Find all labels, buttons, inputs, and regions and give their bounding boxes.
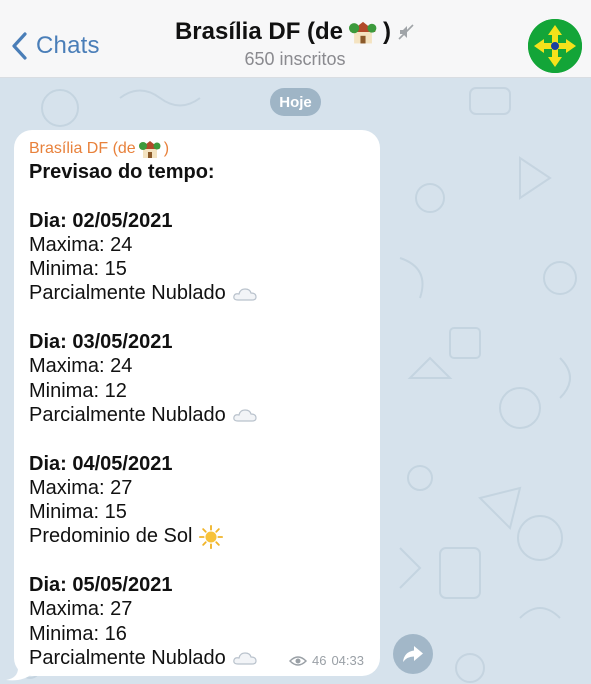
house-emoji-icon <box>349 21 377 44</box>
message-bubble[interactable]: Brasília DF (de ) Previsao do tempo: Dia… <box>14 130 380 676</box>
forecast-max: Maxima: 24 <box>29 355 133 378</box>
message-time: 04:33 <box>331 653 364 668</box>
forecast-date: Dia: 03/05/2021 <box>29 331 173 354</box>
channel-title-block[interactable]: Brasília DF (de ) 650 inscritos <box>150 18 440 70</box>
forecast-min: Minima: 16 <box>29 622 127 645</box>
forecast-date: Dia: 02/05/2021 <box>29 209 173 232</box>
condition-text: Parcialmente Nublado <box>29 282 226 305</box>
forecast-date: Dia: 04/05/2021 <box>29 452 173 475</box>
forecast-condition: Parcialmente Nublado <box>29 403 366 427</box>
cloud-icon <box>233 288 257 301</box>
cloud-icon <box>233 652 257 665</box>
subscriber-count: 650 inscritos <box>244 49 346 69</box>
forecast-max: Maxima: 27 <box>29 598 133 621</box>
date-separator: Hoje <box>270 88 321 116</box>
message-meta: 46 04:33 <box>288 653 364 668</box>
chat-area[interactable]: Hoje Brasília DF (de ) Previsao do tempo… <box>0 78 591 684</box>
forecast-max: Maxima: 27 <box>29 476 133 499</box>
forecast-min: Minima: 12 <box>29 379 127 402</box>
view-count: 46 <box>311 653 327 668</box>
eye-icon <box>288 655 307 666</box>
chevron-left-icon <box>12 32 27 60</box>
forecast-min: Minima: 15 <box>29 501 127 524</box>
channel-avatar[interactable] <box>528 19 582 73</box>
cloud-icon <box>233 409 257 422</box>
muted-speaker-icon <box>398 24 414 40</box>
channel-title-close: ) <box>383 18 392 45</box>
sender-name-close: ) <box>163 140 170 157</box>
forecast-date: Dia: 05/05/2021 <box>29 574 173 597</box>
chat-header: Chats Brasília DF (de ) 650 inscritos <box>0 0 591 78</box>
forecast-min: Minima: 15 <box>29 258 127 281</box>
back-label: Chats <box>36 32 100 59</box>
compass-arrows-icon <box>528 19 582 73</box>
forecast-max: Maxima: 24 <box>29 233 133 256</box>
forecast-condition: Parcialmente Nublado <box>29 281 366 305</box>
condition-text: Parcialmente Nublado <box>29 646 226 669</box>
sender-name: Brasília DF (de <box>29 140 136 157</box>
forward-arrow-icon <box>403 646 423 662</box>
condition-text: Parcialmente Nublado <box>29 403 226 426</box>
condition-text: Predominio de Sol <box>29 525 193 548</box>
share-button[interactable] <box>393 634 433 674</box>
channel-title: Brasília DF (de <box>174 18 344 45</box>
house-emoji-icon <box>138 141 161 158</box>
message-sender[interactable]: Brasília DF (de ) <box>29 138 366 160</box>
message-heading: Previsao do tempo: <box>29 161 215 183</box>
forecast-condition: Predominio de Sol <box>29 524 366 549</box>
back-button[interactable]: Chats <box>10 28 100 64</box>
sun-icon <box>199 524 224 549</box>
